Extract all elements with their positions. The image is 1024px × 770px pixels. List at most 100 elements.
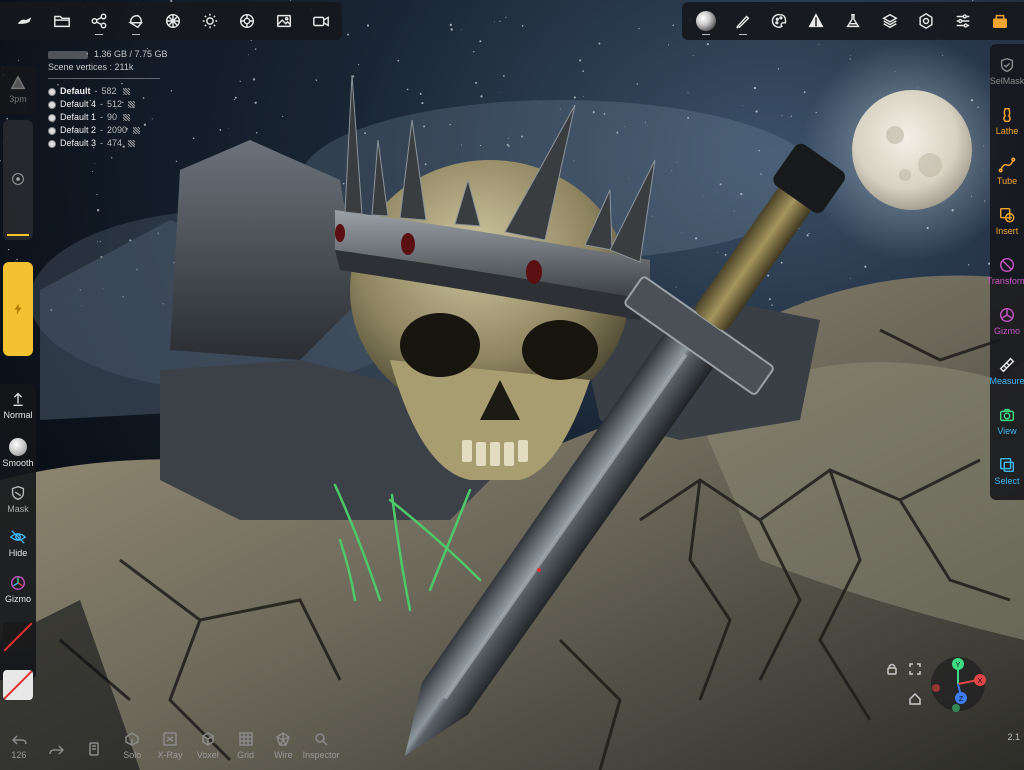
grid-button[interactable]: Grid (227, 731, 265, 760)
smooth-button[interactable]: Smooth (0, 438, 36, 468)
redo-icon (48, 745, 64, 755)
solo-button[interactable]: Solo (113, 731, 151, 760)
radius-button[interactable]: 3pm (0, 74, 36, 104)
star (94, 162, 96, 164)
intensity-slider[interactable] (3, 262, 33, 356)
star (239, 80, 241, 82)
sliders-icon[interactable] (945, 4, 982, 38)
primary-color-swatch[interactable] (3, 622, 33, 652)
layers-icon[interactable] (871, 4, 908, 38)
target-icon (12, 173, 24, 185)
normal-button[interactable]: Normal (0, 390, 36, 420)
camera-icon[interactable] (302, 4, 339, 38)
radius-slider-fill (7, 234, 29, 236)
flask-icon[interactable] (835, 4, 872, 38)
version-label: 2.1 (1007, 732, 1020, 742)
voxel-button[interactable]: Voxel (189, 731, 227, 760)
scene-menu-icon[interactable] (6, 4, 43, 38)
mesh-button[interactable] (76, 741, 114, 760)
star (724, 253, 727, 256)
selmask-tool[interactable]: SelMask (990, 56, 1024, 86)
mesh-name: Default 4 (60, 99, 97, 109)
material-icon[interactable] (154, 4, 191, 38)
frame-icon[interactable] (908, 662, 922, 676)
mesh-row[interactable]: Default 2-2090 (48, 124, 168, 137)
star (460, 29, 462, 31)
star (175, 160, 178, 162)
star (521, 25, 524, 27)
mesh-row[interactable]: Default -582 (48, 85, 168, 98)
undo-button[interactable]: 126 (0, 731, 38, 760)
select-tool[interactable]: Select (990, 456, 1024, 486)
inspector-button[interactable]: Inspector (302, 731, 340, 760)
axis-neg-y-handle[interactable] (952, 704, 960, 712)
tube-tool[interactable]: Tube (990, 156, 1024, 186)
axis-neg-x-handle[interactable] (932, 684, 940, 692)
star (818, 43, 820, 45)
axis-gizmo[interactable]: Y X Z (928, 654, 988, 714)
star (111, 157, 113, 159)
gizmo-label: Gizmo (993, 326, 1020, 336)
star (254, 48, 257, 50)
insert-label: Insert (995, 226, 1019, 236)
mesh-visibility-toggle[interactable] (133, 127, 141, 134)
mesh-visibility-toggle[interactable] (122, 88, 130, 95)
star (741, 105, 743, 106)
topology-icon[interactable] (117, 4, 154, 38)
smooth-label: Smooth (2, 458, 34, 468)
star (706, 43, 709, 46)
lock-icon[interactable] (885, 662, 899, 676)
brush-stroke-icon[interactable] (725, 4, 762, 38)
hide-button[interactable]: Hide (0, 528, 36, 558)
mesh-separator: - (100, 138, 104, 148)
memory-usage: 1.36 GB / 7.75 GB (48, 48, 168, 61)
transform-label: Transform (986, 276, 1024, 286)
mesh-visibility-toggle[interactable] (128, 101, 136, 108)
gear-icon[interactable] (908, 4, 945, 38)
background-image-icon[interactable] (265, 4, 302, 38)
mesh-visibility-toggle[interactable] (128, 140, 136, 147)
insert-tool[interactable]: Insert (990, 206, 1024, 236)
lighting-icon[interactable] (191, 4, 228, 38)
mesh-row[interactable]: Default 3-474 (48, 137, 168, 150)
interface-icon[interactable] (981, 4, 1018, 38)
xray-button[interactable]: X-Ray (151, 731, 189, 760)
gizmo-tool[interactable]: Gizmo (990, 306, 1024, 336)
wire-button[interactable]: Wire (264, 731, 302, 760)
secondary-color-swatch[interactable] (3, 670, 33, 700)
star (636, 83, 638, 85)
star (790, 115, 793, 117)
mesh-icon (48, 87, 56, 96)
mesh-separator: - (100, 125, 104, 135)
mesh-vertex-count: 90 (107, 112, 118, 122)
star (598, 42, 601, 45)
mesh-visibility-toggle[interactable] (123, 114, 131, 121)
scene-graph-icon[interactable] (80, 4, 117, 38)
mesh-icon (48, 100, 56, 109)
lathe-tool[interactable]: Lathe (990, 106, 1024, 136)
gizmo-left-button[interactable]: Gizmo (0, 574, 36, 604)
gizmo-icon (999, 307, 1015, 323)
mesh-separator: - (100, 112, 104, 122)
home-icon[interactable] (908, 692, 922, 706)
radius-label: 3pm (9, 94, 27, 104)
memory-text: 1.36 GB / 7.75 GB (94, 49, 168, 59)
measure-icon (999, 357, 1015, 373)
measure-tool[interactable]: Measure (990, 356, 1024, 386)
view-tool[interactable]: View (990, 406, 1024, 436)
view-icon (999, 408, 1015, 422)
mask-button[interactable]: Mask (0, 484, 36, 514)
radius-slider[interactable] (3, 120, 33, 240)
files-icon[interactable] (43, 4, 80, 38)
star (864, 265, 867, 268)
transform-tool[interactable]: Transform (986, 256, 1024, 286)
mesh-row[interactable]: Default 4-512 (48, 98, 168, 111)
tool-settings-icon[interactable] (798, 4, 835, 38)
star (228, 128, 229, 130)
mesh-row[interactable]: Default 1-90 (48, 111, 168, 124)
star (771, 304, 773, 306)
palette-icon[interactable] (761, 4, 798, 38)
matcap-ball-icon[interactable] (688, 4, 725, 38)
environment-icon[interactable] (228, 4, 265, 38)
redo-button[interactable] (38, 741, 76, 760)
